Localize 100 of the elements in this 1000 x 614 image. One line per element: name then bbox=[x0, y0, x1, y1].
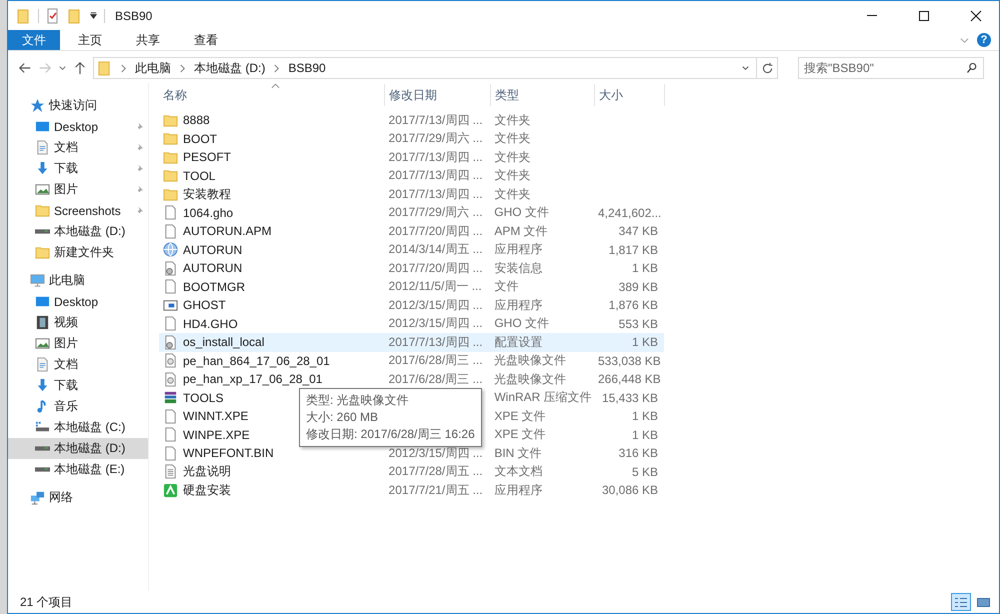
file-name[interactable]: pe_han_xp_17_06_28_01 bbox=[183, 372, 322, 386]
desktop-icon bbox=[35, 294, 50, 309]
nav-item[interactable]: 图片 bbox=[54, 181, 78, 198]
chevron-down-icon[interactable] bbox=[741, 64, 750, 72]
table-cell: XPE 文件 bbox=[494, 427, 546, 442]
pin-icon[interactable] bbox=[135, 164, 144, 173]
download-icon bbox=[35, 378, 50, 393]
nav-item[interactable]: 此电脑 bbox=[49, 272, 85, 289]
file-name[interactable]: HD4.GHO bbox=[183, 316, 238, 331]
folder-icon bbox=[163, 168, 178, 184]
nav-item-highlight[interactable]: 本地磁盘 (D:) bbox=[8, 438, 148, 459]
chevron-right-icon bbox=[120, 64, 127, 72]
dropdown-icon[interactable] bbox=[89, 11, 98, 20]
file-name[interactable]: 1064.gho bbox=[183, 206, 234, 220]
file-name[interactable]: AUTORUN.APM bbox=[183, 224, 272, 238]
nav-item[interactable]: 文档 bbox=[54, 139, 78, 156]
ribbon-tab[interactable]: 主页 bbox=[62, 30, 118, 50]
desktop-icon bbox=[35, 119, 50, 134]
pin-icon[interactable] bbox=[135, 143, 144, 152]
gear-file-icon bbox=[163, 334, 178, 350]
breadcrumb[interactable]: BSB90 bbox=[288, 61, 326, 75]
details-view-button[interactable] bbox=[951, 593, 971, 611]
window-title: BSB90 bbox=[115, 8, 152, 22]
table-cell: 光盘映像文件 bbox=[494, 353, 566, 368]
file-name[interactable]: TOOL bbox=[183, 168, 216, 183]
nav-item[interactable]: Desktop bbox=[54, 120, 98, 134]
nav-item[interactable]: 本地磁盘 (D:) bbox=[54, 223, 126, 240]
table-cell: 1 KB bbox=[632, 335, 658, 350]
table-cell: 1,817 KB bbox=[608, 242, 658, 257]
nav-item[interactable]: 视频 bbox=[54, 314, 78, 331]
nav-item[interactable]: 新建文件夹 bbox=[54, 244, 114, 261]
file-name[interactable]: BOOT bbox=[183, 132, 218, 146]
table-cell: 2017/7/13/周四 ... bbox=[388, 150, 483, 164]
nav-item[interactable]: Desktop bbox=[54, 294, 98, 308]
file-name[interactable]: TOOLS bbox=[183, 390, 224, 405]
ribbon-tab[interactable]: 文件 bbox=[8, 30, 60, 50]
pin-icon[interactable] bbox=[135, 206, 144, 215]
nav-item[interactable]: 本地磁盘 (C:) bbox=[54, 419, 126, 436]
file-name[interactable]: pe_han_864_17_06_28_01 bbox=[183, 354, 330, 368]
ribbon-tab[interactable]: 共享 bbox=[120, 30, 176, 50]
column-header[interactable]: 名称 bbox=[159, 84, 385, 106]
table-cell: 配置设置 bbox=[494, 334, 542, 349]
nav-item[interactable]: 快速访问 bbox=[49, 97, 97, 114]
file-name[interactable]: PESOFT bbox=[183, 150, 232, 164]
document-icon bbox=[35, 140, 50, 155]
pin-icon[interactable] bbox=[135, 185, 144, 194]
table-cell: 光盘映像文件 bbox=[494, 372, 566, 386]
table-cell: 文件夹 bbox=[494, 150, 530, 164]
document-icon bbox=[35, 357, 50, 372]
table-cell: 1 KB bbox=[632, 261, 658, 276]
table-cell: 2017/7/13/周四 ... bbox=[388, 168, 483, 182]
nav-item[interactable]: 下载 bbox=[54, 377, 78, 394]
back-arrow-icon[interactable] bbox=[18, 61, 32, 75]
file-name[interactable]: WINPE.XPE bbox=[183, 428, 250, 442]
pin-icon[interactable] bbox=[135, 122, 144, 131]
column-header[interactable]: 大小 bbox=[595, 84, 665, 106]
table-cell: 安装信息 bbox=[494, 260, 542, 275]
table-cell: GHO 文件 bbox=[494, 316, 550, 330]
table-cell: 2014/3/14/周五 ... bbox=[388, 242, 483, 256]
help-button[interactable]: ? bbox=[977, 33, 991, 47]
address-bar[interactable]: 此电脑 本地磁盘 (D:) BSB90 bbox=[93, 57, 778, 79]
nav-item[interactable]: 下载 bbox=[54, 160, 78, 177]
file-name[interactable]: WNPEFONT.BIN bbox=[183, 446, 274, 460]
ribbon-tab[interactable]: 查看 bbox=[178, 30, 234, 50]
file-name[interactable]: BOOTMGR bbox=[183, 280, 245, 294]
row-highlight[interactable]: os_install_local 2017/7/13/周四 ... 配置设置 1 KB bbox=[159, 333, 664, 352]
column-header[interactable]: 修改日期 bbox=[385, 84, 491, 106]
file-name[interactable]: AUTORUN bbox=[183, 242, 242, 257]
chevron-down-icon[interactable] bbox=[58, 64, 67, 72]
folder-icon bbox=[163, 150, 178, 165]
nav-item[interactable]: 网络 bbox=[49, 489, 73, 506]
nav-item[interactable]: Screenshots bbox=[54, 204, 121, 218]
archive-icon bbox=[163, 390, 178, 406]
breadcrumb[interactable]: 本地磁盘 (D:) bbox=[194, 60, 266, 76]
column-header[interactable]: 类型 bbox=[491, 84, 595, 106]
file-name[interactable]: WINNT.XPE bbox=[183, 409, 248, 424]
nav-item[interactable]: 图片 bbox=[54, 335, 78, 352]
file-name[interactable]: 安装教程 bbox=[183, 186, 231, 203]
file-name[interactable]: 光盘说明 bbox=[183, 463, 231, 480]
file-icon bbox=[163, 446, 178, 461]
up-arrow-icon[interactable] bbox=[73, 61, 87, 75]
folder-icon bbox=[35, 203, 50, 218]
nav-item[interactable]: 音乐 bbox=[54, 398, 78, 415]
file-icon bbox=[163, 316, 178, 332]
breadcrumb[interactable]: 此电脑 bbox=[135, 60, 171, 76]
table-cell: BIN 文件 bbox=[494, 446, 542, 460]
nav-item[interactable]: 本地磁盘 (E:) bbox=[54, 461, 125, 478]
table-cell: 2017/7/13/周四 ... bbox=[388, 186, 483, 201]
file-name[interactable]: AUTORUN bbox=[183, 261, 242, 276]
file-name[interactable]: 硬盘安装 bbox=[183, 482, 231, 499]
table-cell: 2017/7/13/周四 ... bbox=[388, 334, 483, 349]
file-name[interactable]: 8888 bbox=[183, 113, 210, 128]
nav-item[interactable]: 文档 bbox=[54, 356, 78, 373]
search-field[interactable]: 搜索"BSB90" bbox=[798, 57, 984, 79]
file-name[interactable]: os_install_local bbox=[183, 335, 264, 350]
globe-icon bbox=[163, 242, 178, 258]
nav-item[interactable]: 本地磁盘 (D:) bbox=[54, 440, 126, 457]
file-name[interactable]: GHOST bbox=[183, 298, 226, 312]
table-cell: 文本文档 bbox=[494, 464, 542, 478]
maximize-icon bbox=[918, 10, 930, 22]
